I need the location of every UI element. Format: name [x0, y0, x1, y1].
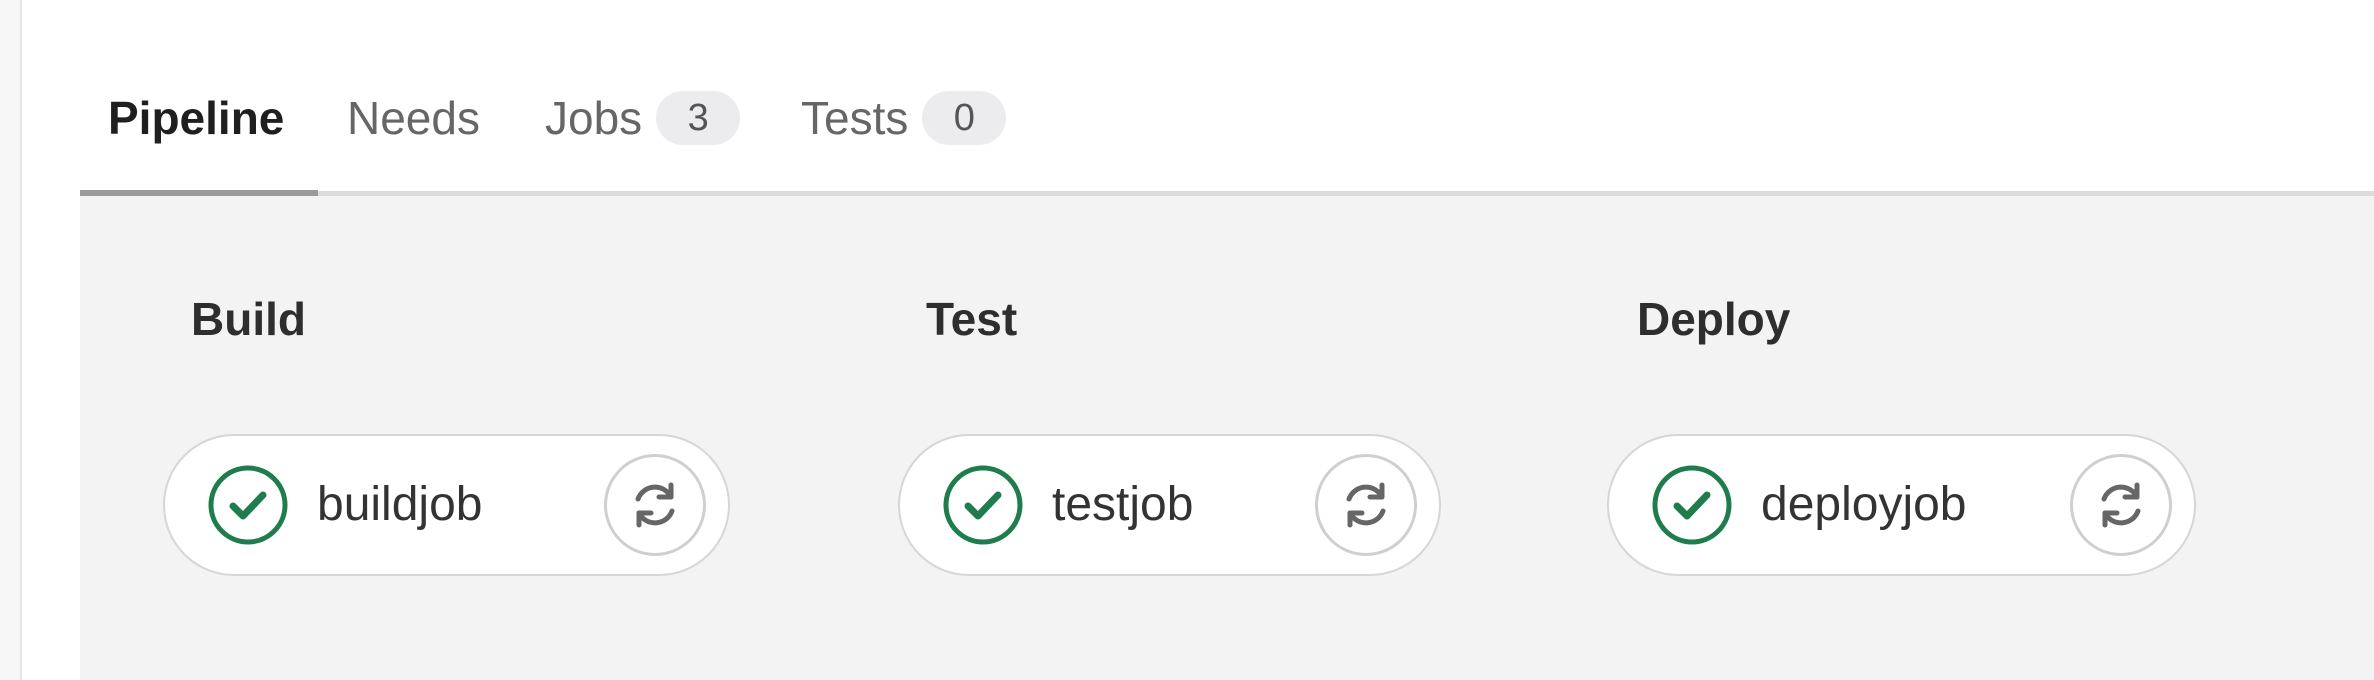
retry-icon: [635, 482, 675, 528]
tab-pipeline-label: Pipeline: [108, 91, 285, 144]
pipeline-graph: Build buildjob Test testjob Deploy deplo…: [80, 196, 2374, 680]
job-deployjob[interactable]: deployjob: [1607, 434, 2196, 576]
tab-needs-label: Needs: [347, 91, 480, 144]
tab-pipeline[interactable]: Pipeline: [80, 62, 318, 196]
retry-button[interactable]: [1315, 454, 1417, 556]
retry-icon: [2101, 482, 2141, 528]
left-sidebar-edge: [0, 0, 22, 680]
job-name: buildjob: [317, 478, 483, 531]
pipeline-tabs: Pipeline Needs Jobs 3 Tests 0: [80, 62, 2374, 196]
job-name: testjob: [1052, 478, 1194, 531]
tab-tests-label: Tests: [801, 91, 909, 144]
tab-tests[interactable]: Tests 0: [801, 62, 1007, 191]
stage-title: Deploy: [1637, 293, 1791, 345]
tab-needs[interactable]: Needs: [347, 62, 480, 191]
retry-button[interactable]: [2070, 454, 2172, 556]
job-testjob[interactable]: testjob: [898, 434, 1441, 576]
jobs-count-badge: 3: [656, 90, 741, 145]
tests-count-badge: 0: [922, 90, 1007, 145]
job-name: deployjob: [1761, 478, 1967, 531]
stage-title: Test: [926, 293, 1018, 345]
job-buildjob[interactable]: buildjob: [163, 434, 730, 576]
tab-jobs-label: Jobs: [545, 91, 643, 144]
tab-jobs[interactable]: Jobs 3: [545, 62, 741, 191]
retry-icon: [1346, 482, 1386, 528]
check-circle-icon: [208, 465, 288, 545]
retry-button[interactable]: [604, 454, 706, 556]
check-circle-icon: [943, 465, 1023, 545]
stage-title: Build: [191, 293, 306, 345]
check-circle-icon: [1652, 465, 1732, 545]
